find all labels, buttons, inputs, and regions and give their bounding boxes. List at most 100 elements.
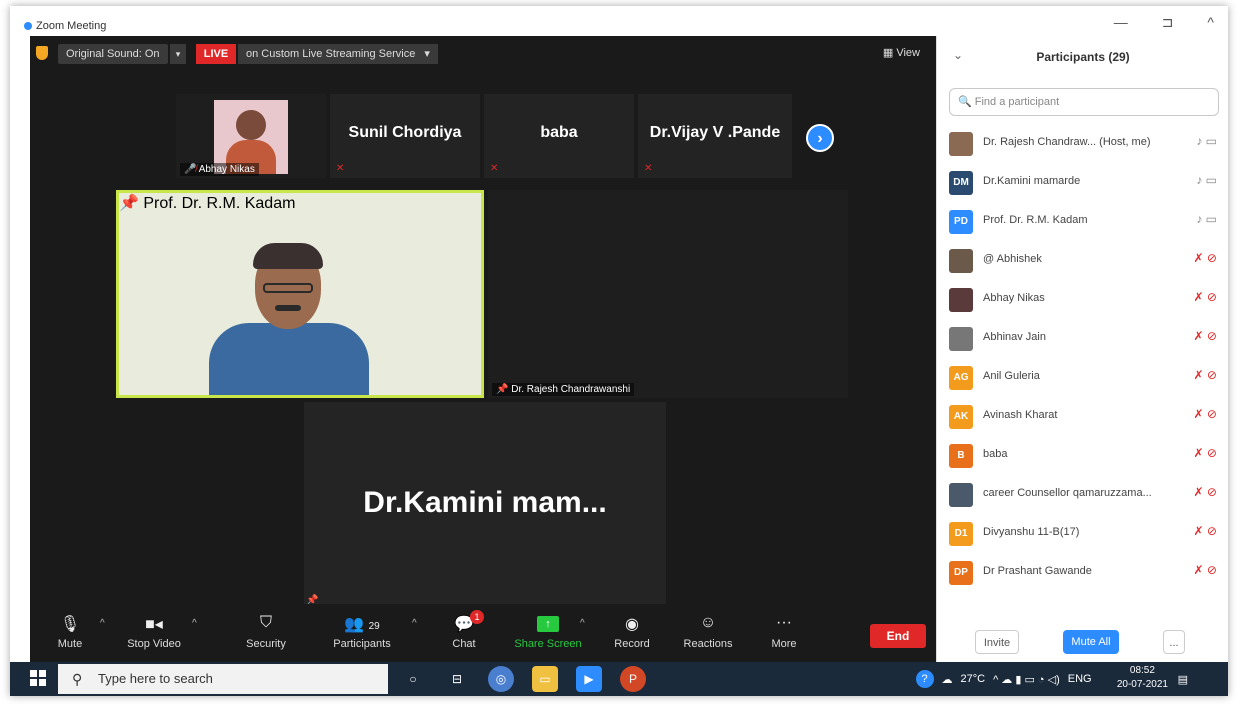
taskbar-search-input[interactable]: ⚲ Type here to search bbox=[58, 664, 388, 694]
invite-button[interactable]: Invite bbox=[975, 630, 1019, 654]
mic-off-icon[interactable]: ✗ ⊘ bbox=[1194, 485, 1217, 499]
original-sound-button[interactable]: Original Sound: On bbox=[58, 44, 168, 64]
search-icon: 🔍 bbox=[958, 96, 972, 108]
mic-off-icon[interactable]: ✗ ⊘ bbox=[1194, 563, 1217, 577]
mic-off-icon[interactable]: ✗ ⊘ bbox=[1194, 290, 1217, 304]
participant-row[interactable]: career Counsellor qamaruzzama... ✗ ⊘ bbox=[937, 475, 1228, 514]
participants-button[interactable]: 👥 29 Participants bbox=[322, 614, 402, 650]
cortana-icon[interactable]: ○ bbox=[400, 666, 426, 692]
next-page-button[interactable]: › bbox=[806, 124, 834, 152]
chat-button[interactable]: 💬 Chat bbox=[424, 614, 504, 650]
participant-list: Dr. Rajesh Chandraw... (Host, me) ♪ ▭ DM Dr… bbox=[937, 124, 1228, 604]
minimize-button[interactable]: — bbox=[1114, 14, 1128, 31]
security-shield-icon[interactable] bbox=[36, 46, 48, 60]
more-button[interactable]: ··· More bbox=[744, 614, 824, 650]
collapse-button[interactable]: ^ bbox=[1207, 14, 1214, 31]
taskbar-clock[interactable]: 08:52 20-07-2021 bbox=[1117, 664, 1168, 692]
powerpoint-icon[interactable]: P bbox=[620, 666, 646, 692]
security-button[interactable]: ⛉ Security bbox=[226, 614, 306, 650]
participants-label: Participants bbox=[333, 638, 391, 650]
participant-row[interactable]: Abhinav Jain ✗ ⊘ bbox=[937, 319, 1228, 358]
microphone-icon[interactable]: ♪ ▭ bbox=[1196, 134, 1217, 148]
participant-row[interactable]: DP Dr Prashant Gawande ✗ ⊘ bbox=[937, 553, 1228, 592]
avatar: PD bbox=[949, 210, 973, 234]
mic-off-icon[interactable]: ✗ ⊘ bbox=[1194, 251, 1217, 265]
participants-title: Participants (29) bbox=[1036, 50, 1130, 64]
participant-row[interactable]: PD Prof. Dr. R.M. Kadam ♪ ▭ bbox=[937, 202, 1228, 241]
reactions-button[interactable]: ☺ Reactions bbox=[668, 614, 748, 650]
video-tile[interactable]: baba ✕ bbox=[484, 94, 634, 178]
mic-off-icon: ✕ bbox=[336, 163, 345, 174]
taskbar-search-placeholder: Type here to search bbox=[98, 671, 213, 686]
stop-video-button[interactable]: ■◂ Stop Video bbox=[114, 614, 194, 650]
microphone-icon[interactable]: ♪ ▭ bbox=[1196, 212, 1217, 226]
participant-row[interactable]: Dr. Rajesh Chandraw... (Host, me) ♪ ▭ bbox=[937, 124, 1228, 163]
tile-label: 🎤̸ Abhay Nikas bbox=[180, 163, 259, 176]
mic-off-icon[interactable]: ✗ ⊘ bbox=[1194, 329, 1217, 343]
participant-name: Abhinav Jain bbox=[983, 331, 1046, 343]
avatar: DM bbox=[949, 171, 973, 195]
pin-icon: 📌 bbox=[496, 384, 509, 395]
chat-label: Chat bbox=[452, 638, 476, 650]
zoom-icon[interactable]: ▶ bbox=[576, 666, 602, 692]
participant-row[interactable]: DM Dr.Kamini mamarde ♪ ▭ bbox=[937, 163, 1228, 202]
taskbar-apps: ○ ⊟ ◎ ▭ ▶ P bbox=[400, 666, 646, 692]
mic-off-icon[interactable]: ✗ ⊘ bbox=[1194, 407, 1217, 421]
participant-row[interactable]: AK Avinash Kharat ✗ ⊘ bbox=[937, 397, 1228, 436]
tile-name: baba bbox=[540, 124, 578, 141]
end-meeting-button[interactable]: End bbox=[870, 624, 926, 648]
chevron-up-icon[interactable]: ^ bbox=[580, 618, 585, 629]
participant-row[interactable]: D1 Divyanshu 11-B(17) ✗ ⊘ bbox=[937, 514, 1228, 553]
view-button[interactable]: ▦ View bbox=[883, 46, 920, 59]
share-screen-label: Share Screen bbox=[514, 638, 582, 650]
original-sound-caret[interactable]: ▾ bbox=[170, 44, 186, 64]
avatar: D1 bbox=[949, 522, 973, 546]
mic-off-icon[interactable]: ✗ ⊘ bbox=[1194, 524, 1217, 538]
video-tile[interactable]: Dr.Kamini mam... 📌 bbox=[304, 402, 666, 606]
mic-off-icon[interactable]: ✗ ⊘ bbox=[1194, 446, 1217, 460]
more-options-button[interactable]: ... bbox=[1163, 630, 1185, 654]
hair-shape bbox=[253, 243, 323, 269]
avatar bbox=[949, 483, 973, 507]
tray-icons[interactable]: ^ ☁ ▮ ▭ ◔ ◁) bbox=[993, 673, 1060, 686]
video-tile[interactable]: Dr.Vijay V .Pande ✕ bbox=[638, 94, 792, 178]
tile-name: Prof. Dr. R.M. Kadam bbox=[143, 195, 296, 212]
microphone-icon[interactable]: ♪ ▭ bbox=[1196, 173, 1217, 187]
participant-name: Dr Prashant Gawande bbox=[983, 565, 1092, 577]
live-badge[interactable]: LIVE bbox=[196, 44, 236, 64]
participant-row[interactable]: Abhay Nikas ✗ ⊘ bbox=[937, 280, 1228, 319]
help-icon[interactable]: ? bbox=[915, 670, 934, 688]
zoom-logo-icon bbox=[24, 22, 32, 30]
chrome-icon[interactable]: ◎ bbox=[488, 666, 514, 692]
file-explorer-icon[interactable]: ▭ bbox=[532, 666, 558, 692]
video-tile[interactable]: 🎤̸ Abhay Nikas bbox=[176, 94, 326, 178]
restore-button[interactable]: ⊐ bbox=[1162, 14, 1174, 31]
task-view-icon[interactable]: ⊟ bbox=[444, 666, 470, 692]
streaming-service-dropdown[interactable]: on Custom Live Streaming Service ▾ bbox=[238, 44, 438, 64]
chevron-up-icon[interactable]: ^ bbox=[100, 618, 105, 629]
language-indicator[interactable]: ENG bbox=[1068, 673, 1092, 685]
mic-off-icon[interactable]: ✗ ⊘ bbox=[1194, 368, 1217, 382]
video-tile[interactable]: 📌 Dr. Rajesh Chandrawanshi bbox=[488, 190, 848, 398]
share-screen-button[interactable]: ↑ Share Screen bbox=[508, 614, 588, 650]
participant-search-input[interactable]: 🔍 Find a participant bbox=[949, 88, 1219, 116]
meeting-area: Original Sound: On ▾ LIVE on Custom Live… bbox=[30, 36, 936, 668]
active-speaker-video[interactable]: 📌 Prof. Dr. R.M. Kadam bbox=[116, 190, 484, 398]
avatar bbox=[949, 132, 973, 156]
video-camera-icon: ■◂ bbox=[145, 616, 163, 633]
avatar: B bbox=[949, 444, 973, 468]
windows-start-icon[interactable] bbox=[30, 670, 46, 686]
tile-label: 📌 Prof. Dr. R.M. Kadam bbox=[119, 193, 481, 213]
mute-all-button[interactable]: Mute All bbox=[1063, 630, 1119, 654]
avatar bbox=[236, 110, 266, 140]
notification-icon[interactable]: ▤ bbox=[1178, 673, 1188, 686]
chevron-up-icon[interactable]: ^ bbox=[192, 618, 197, 629]
mute-button[interactable]: 🎙 Mute bbox=[30, 614, 110, 650]
video-tile[interactable]: Sunil Chordiya ✕ bbox=[330, 94, 480, 178]
record-button[interactable]: ◉ Record bbox=[592, 614, 672, 650]
participant-row[interactable]: @ Abhishek ✗ ⊘ bbox=[937, 241, 1228, 280]
mic-off-icon: 🎤̸ bbox=[184, 164, 197, 175]
chevron-up-icon[interactable]: ^ bbox=[412, 618, 417, 629]
participant-row[interactable]: Bbaba ✗ ⊘ bbox=[937, 436, 1228, 475]
participant-row[interactable]: AG Anil Guleria ✗ ⊘ bbox=[937, 358, 1228, 397]
